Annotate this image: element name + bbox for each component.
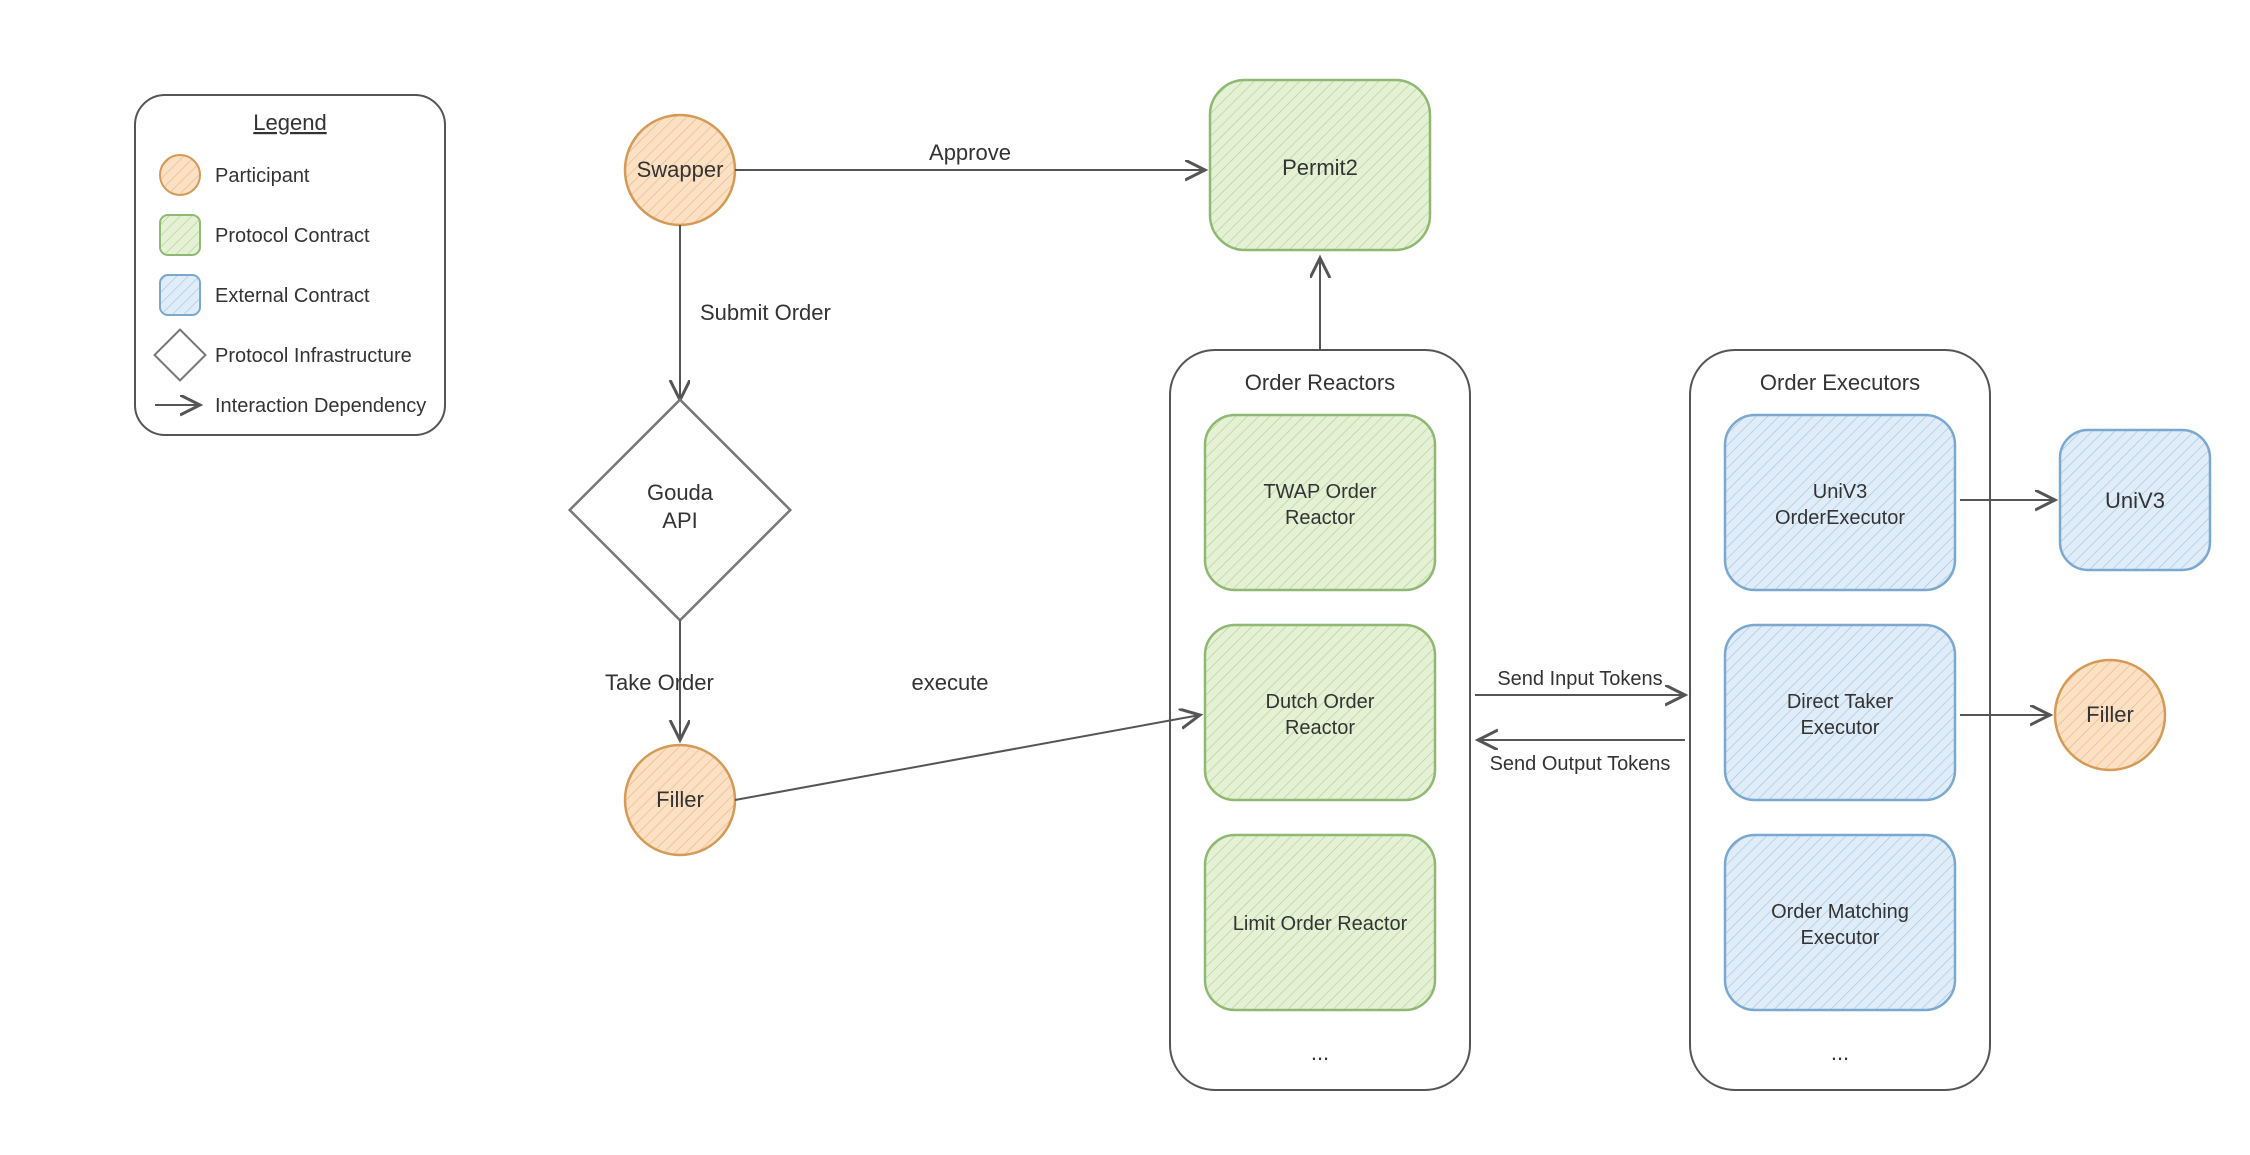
swapper-node: Swapper — [625, 115, 735, 225]
svg-text:UniV3: UniV3 — [1813, 481, 1867, 503]
svg-text:Order Matching: Order Matching — [1771, 901, 1909, 923]
legend-external-icon — [160, 275, 200, 315]
svg-text:Filler: Filler — [656, 787, 704, 812]
order-reactors-group: Order Reactors TWAP Order Reactor Dutch … — [1170, 350, 1470, 1090]
svg-text:UniV3: UniV3 — [2105, 488, 2165, 513]
legend-protocol-label: Protocol Contract — [215, 225, 370, 247]
legend-arrow-label: Interaction Dependency — [215, 395, 426, 417]
execute-edge — [735, 715, 1200, 800]
svg-text:Filler: Filler — [2086, 702, 2134, 727]
svg-text:Direct Taker: Direct Taker — [1787, 691, 1894, 713]
executors-ellipsis: ... — [1831, 1040, 1849, 1065]
svg-text:OrderExecutor: OrderExecutor — [1775, 507, 1905, 529]
execute-label: execute — [911, 670, 988, 695]
svg-text:Reactor: Reactor — [1285, 717, 1355, 739]
legend-infra-label: Protocol Infrastructure — [215, 345, 412, 367]
svg-text:Executor: Executor — [1801, 927, 1880, 949]
send-output-label: Send Output Tokens — [1490, 753, 1671, 775]
legend-box: Legend Participant Protocol Contract Ext… — [135, 95, 445, 435]
permit2-node: Permit2 — [1210, 80, 1430, 250]
take-order-label: Take Order — [605, 670, 714, 695]
univ3-node: UniV3 — [2060, 430, 2210, 570]
svg-text:Dutch Order: Dutch Order — [1266, 691, 1375, 713]
svg-text:Permit2: Permit2 — [1282, 155, 1358, 180]
legend-participant-label: Participant — [215, 165, 310, 187]
send-input-label: Send Input Tokens — [1497, 668, 1662, 690]
architecture-diagram: Legend Participant Protocol Contract Ext… — [0, 0, 2250, 1155]
filler2-node: Filler — [2055, 660, 2165, 770]
reactors-ellipsis: ... — [1311, 1040, 1329, 1065]
legend-protocol-icon — [160, 215, 200, 255]
svg-text:Executor: Executor — [1801, 717, 1880, 739]
svg-text:Reactor: Reactor — [1285, 507, 1355, 529]
svg-text:Limit Order Reactor: Limit Order Reactor — [1233, 913, 1408, 935]
approve-label: Approve — [929, 140, 1011, 165]
submit-order-label: Submit Order — [700, 300, 831, 325]
legend-title: Legend — [253, 110, 326, 135]
gouda-api-node: Gouda API — [570, 400, 791, 621]
filler-node: Filler — [625, 745, 735, 855]
svg-text:Gouda: Gouda — [647, 480, 714, 505]
svg-text:Swapper: Swapper — [637, 157, 724, 182]
order-executors-group: Order Executors UniV3 OrderExecutor Dire… — [1690, 350, 1990, 1090]
order-executors-title: Order Executors — [1760, 370, 1920, 395]
svg-text:TWAP Order: TWAP Order — [1263, 481, 1377, 503]
legend-external-label: External Contract — [215, 285, 370, 307]
svg-text:API: API — [662, 508, 697, 533]
legend-participant-icon — [160, 155, 200, 195]
order-reactors-title: Order Reactors — [1245, 370, 1395, 395]
